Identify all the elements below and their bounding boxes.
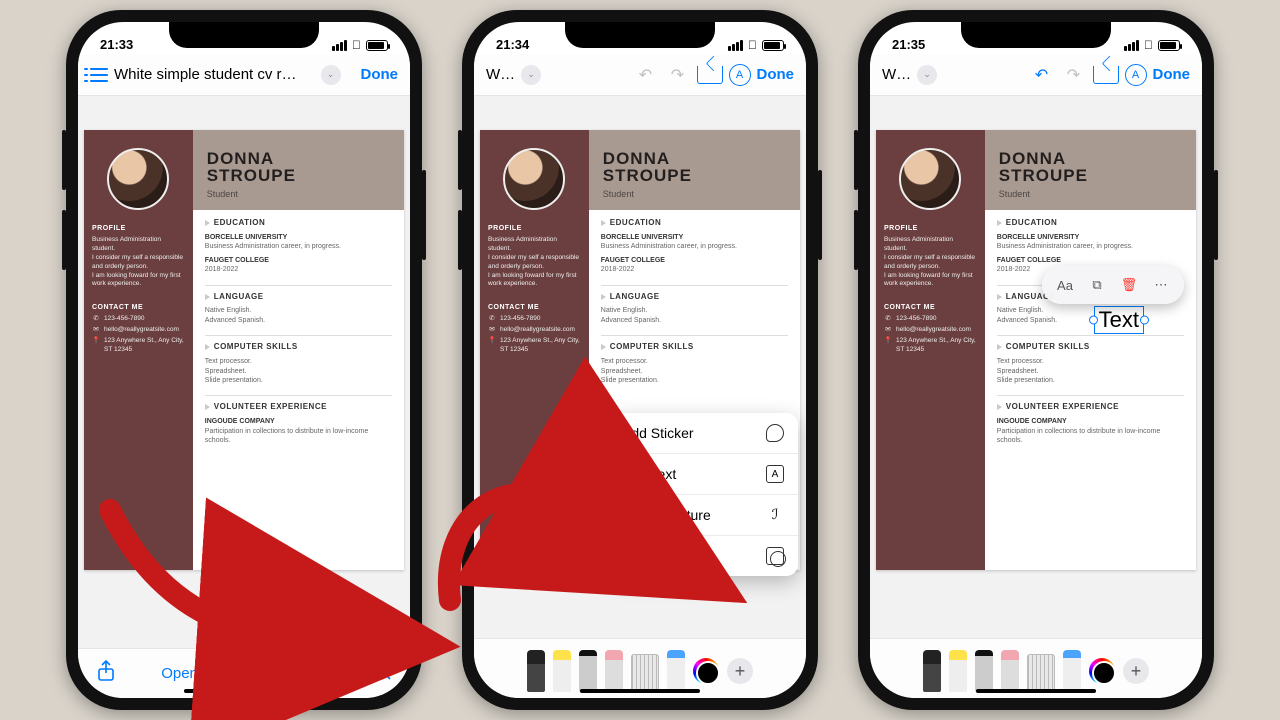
marker-tool[interactable] — [949, 650, 967, 692]
phone-1: 21:33 􀙇 White simple student cv r… ⌄ Don… — [66, 10, 422, 710]
done-button[interactable]: Done — [1153, 66, 1191, 83]
done-button[interactable]: Done — [757, 66, 795, 83]
contact-phone: 123-456-7890 — [104, 315, 144, 324]
cv-document[interactable]: PROFILE Business Administration student.… — [84, 130, 404, 570]
chevron-down-icon[interactable]: ⌄ — [321, 65, 341, 85]
toc-icon[interactable] — [90, 68, 108, 82]
signature-icon: ℐ — [766, 506, 784, 524]
search-icon[interactable] — [372, 661, 392, 687]
contact-heading: CONTACT ME — [92, 303, 185, 312]
undo-icon[interactable]: ↶ — [1029, 62, 1055, 88]
name-line-2: STROUPE — [207, 167, 390, 184]
markup-icon[interactable]: ✎ — [305, 663, 327, 685]
contact-address: 123 Anywhere St., Any City, ST 12345 — [104, 337, 185, 355]
lasso-tool[interactable] — [667, 650, 685, 692]
add-button[interactable]: + — [1123, 658, 1149, 684]
home-indicator[interactable] — [184, 689, 304, 693]
duplicate-button[interactable]: ⧉ — [1084, 272, 1110, 298]
auto-icon[interactable]: A — [729, 64, 751, 86]
education-heading: EDUCATION — [214, 218, 265, 227]
menu-add-text[interactable]: Add TextA — [608, 453, 798, 494]
ruler-tool[interactable] — [631, 654, 659, 692]
chevron-down-icon[interactable]: ⌄ — [917, 65, 937, 85]
eraser-tool[interactable] — [1001, 650, 1019, 692]
menu-add-shape[interactable]: Add Shape — [608, 535, 798, 576]
sticker-icon — [766, 424, 784, 442]
ruler-tool[interactable] — [1027, 654, 1055, 692]
nav-bar: White simple student cv r… ⌄ Done — [78, 54, 410, 96]
auto-icon[interactable]: A — [1125, 64, 1147, 86]
chevron-down-icon[interactable]: ⌄ — [521, 65, 541, 85]
skills-heading: COMPUTER SKILLS — [214, 342, 298, 351]
pencil-tool[interactable] — [975, 650, 993, 692]
delete-button[interactable]: 🗑 — [1116, 272, 1142, 298]
lasso-tool[interactable] — [1063, 650, 1081, 692]
add-button[interactable]: + — [727, 658, 753, 684]
shape-icon — [766, 547, 784, 565]
battery-icon — [762, 40, 784, 51]
volunteer-heading: VOLUNTEER EXPERIENCE — [214, 402, 327, 411]
cell-signal-icon — [332, 40, 347, 51]
text-icon: A — [766, 465, 784, 483]
done-button[interactable]: Done — [361, 66, 399, 83]
home-indicator[interactable] — [976, 689, 1096, 693]
name-line-1: DONNA — [207, 150, 390, 167]
wifi-icon: 􀙇 — [748, 38, 757, 52]
battery-icon — [1158, 40, 1180, 51]
font-button[interactable]: Aa — [1052, 272, 1078, 298]
document-title[interactable]: W… — [882, 66, 911, 83]
pen-tool[interactable] — [923, 650, 941, 692]
markup-toggle-icon[interactable] — [697, 66, 723, 84]
document-title[interactable]: W… — [486, 66, 515, 83]
redo-icon[interactable]: ↷ — [665, 62, 691, 88]
marker-tool[interactable] — [553, 650, 571, 692]
menu-add-sticker[interactable]: Add Sticker — [608, 413, 798, 453]
text-annotation[interactable]: Text — [1094, 306, 1144, 334]
eraser-tool[interactable] — [605, 650, 623, 692]
wifi-icon: 􀙇 — [352, 38, 361, 52]
pen-tool[interactable] — [527, 650, 545, 692]
color-picker[interactable] — [693, 658, 719, 684]
pencil-tool[interactable] — [579, 650, 597, 692]
menu-add-signature[interactable]: Add Signatureℐ — [608, 494, 798, 535]
document-title[interactable]: White simple student cv r… — [114, 66, 315, 83]
profile-heading: PROFILE — [92, 224, 185, 233]
add-menu: Add Sticker Add TextA Add Signatureℐ Add… — [608, 413, 798, 576]
cell-signal-icon — [728, 40, 743, 51]
phone-3: 21:35 􀙇 W… ⌄ ↶ ↷ A Done PROFILE Business… — [858, 10, 1214, 710]
clock: 21:34 — [496, 37, 529, 52]
wifi-icon: 􀙇 — [1144, 38, 1153, 52]
undo-icon[interactable]: ↶ — [633, 62, 659, 88]
markup-toggle-icon[interactable] — [1093, 66, 1119, 84]
cell-signal-icon — [1124, 40, 1139, 51]
phone-2: 21:34 􀙇 W… ⌄ ↶ ↷ A Done PROFILE Business… — [462, 10, 818, 710]
contact-email: hello@reallygreatsite.com — [104, 326, 179, 335]
profile-text: Business Administration student. I consi… — [92, 236, 185, 289]
home-indicator[interactable] — [580, 689, 700, 693]
resize-handle-right[interactable] — [1140, 316, 1149, 325]
redo-icon[interactable]: ↷ — [1061, 62, 1087, 88]
open-in-books-button[interactable]: Open in Books — [161, 665, 259, 682]
resize-handle-left[interactable] — [1089, 316, 1098, 325]
avatar — [107, 148, 169, 210]
clock: 21:35 — [892, 37, 925, 52]
role: Student — [207, 188, 390, 200]
battery-icon — [366, 40, 388, 51]
text-edit-callout: Aa ⧉ 🗑 ⋯ — [1042, 266, 1184, 304]
share-icon[interactable] — [96, 660, 116, 688]
language-heading: LANGUAGE — [214, 292, 264, 301]
more-button[interactable]: ⋯ — [1148, 272, 1174, 298]
color-picker[interactable] — [1089, 658, 1115, 684]
cv-document[interactable]: PROFILE Business Administration student.… — [876, 130, 1196, 570]
clock: 21:33 — [100, 37, 133, 52]
